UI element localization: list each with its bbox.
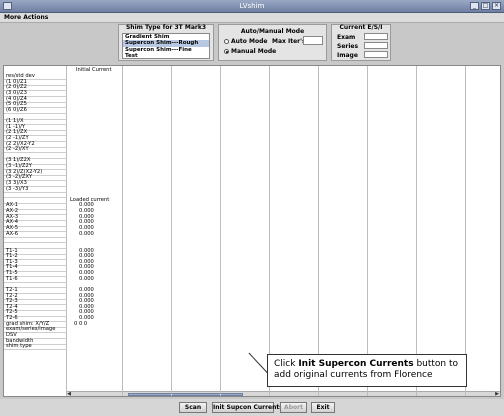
grid-column-divider xyxy=(367,66,368,396)
menu-bar: More Actions xyxy=(0,13,504,23)
series-field[interactable] xyxy=(364,42,388,49)
image-field[interactable] xyxy=(364,51,388,58)
scrollbar-thumb[interactable] xyxy=(128,393,243,396)
horizontal-scrollbar[interactable]: ◀ ▶ xyxy=(66,391,500,397)
grid-column-divider xyxy=(122,66,123,396)
grid-column-divider xyxy=(416,66,417,396)
manual-mode-label: Manual Mode xyxy=(231,48,277,55)
grid-row-divider xyxy=(4,197,66,199)
shim-type-panel: Shim Type for 3T Mark3 Gradient Shim Supe… xyxy=(118,24,214,61)
grid-column-divider xyxy=(269,66,270,396)
shim-type-title: Shim Type for 3T Mark3 xyxy=(125,24,206,31)
grid-row-divider xyxy=(4,242,66,244)
scan-button[interactable]: Scan xyxy=(179,402,207,413)
scroll-right-icon[interactable]: ▶ xyxy=(494,392,500,397)
grid-column-divider xyxy=(171,66,172,396)
button-bar: Scan Init Supcon Currents Abort Exit xyxy=(0,399,504,416)
menu-more-actions[interactable]: More Actions xyxy=(4,14,48,21)
image-label: Image xyxy=(337,52,358,59)
manual-mode-radio[interactable]: Manual Mode xyxy=(224,48,276,55)
auto-mode-radio-dot[interactable] xyxy=(224,39,229,44)
grid-column-divider xyxy=(66,66,67,396)
abort-button[interactable]: Abort xyxy=(280,402,307,413)
callout-prefix: Click xyxy=(274,359,299,369)
exam-field[interactable] xyxy=(364,33,388,40)
loaded-current-value: 0.000 xyxy=(79,230,94,237)
title-bar: LVshim _ □ × xyxy=(0,0,504,13)
current-esi-title: Current E/S/I xyxy=(339,24,383,31)
window-title: LVshim xyxy=(239,2,265,10)
annotation-callout: Click Init Supercon Currents button to a… xyxy=(267,354,467,387)
grid-column-divider xyxy=(465,66,466,396)
shim-type-option[interactable]: Supercon Shim---Rough xyxy=(123,40,209,47)
row-label: (6 0)/Z6 xyxy=(6,106,27,113)
max-iter-field[interactable] xyxy=(303,36,323,45)
minimize-icon[interactable]: _ xyxy=(470,2,479,10)
init-supcon-currents-button[interactable]: Init Supcon Currents xyxy=(212,402,283,413)
shim-results-table[interactable]: Initial Current ◀ ▶ res/std dev (1 0)/Z1(… xyxy=(3,65,501,397)
current-esi-panel: Current E/S/I Exam Series Image xyxy=(331,24,391,61)
row-label: shim type xyxy=(6,343,32,350)
loaded-current-value: 0.000 xyxy=(79,275,94,282)
exit-button[interactable]: Exit xyxy=(311,402,335,413)
grid-column-divider xyxy=(318,66,319,396)
maximize-icon[interactable]: □ xyxy=(481,2,490,10)
exam-label: Exam xyxy=(337,34,356,41)
mode-title: Auto/Manual Mode xyxy=(240,28,305,35)
row-label: T1-6 xyxy=(6,275,18,282)
col-header-initial-current: Initial Current xyxy=(76,67,112,73)
row-label: (3 -3)/Y3 xyxy=(6,185,29,192)
auto-mode-label: Auto Mode xyxy=(231,38,268,45)
auto-mode-radio[interactable]: Auto Mode xyxy=(224,38,267,45)
shim-type-list[interactable]: Gradient Shim Supercon Shim---Rough Superc… xyxy=(122,33,210,59)
grid-column-divider xyxy=(220,66,221,396)
row-label: AX-6 xyxy=(6,230,19,237)
callout-bold: Init Supercon Currents xyxy=(298,359,414,369)
manual-mode-radio-dot[interactable] xyxy=(224,49,229,54)
close-icon[interactable]: × xyxy=(492,2,501,10)
loaded-current-value: 0 0 0 xyxy=(74,320,88,327)
mode-panel: Auto/Manual Mode Auto Mode Manual Mode M… xyxy=(218,24,327,61)
series-label: Series xyxy=(337,43,359,50)
shim-type-option[interactable]: Test xyxy=(123,53,209,59)
row-label: (2 -2)/XY xyxy=(6,146,29,153)
